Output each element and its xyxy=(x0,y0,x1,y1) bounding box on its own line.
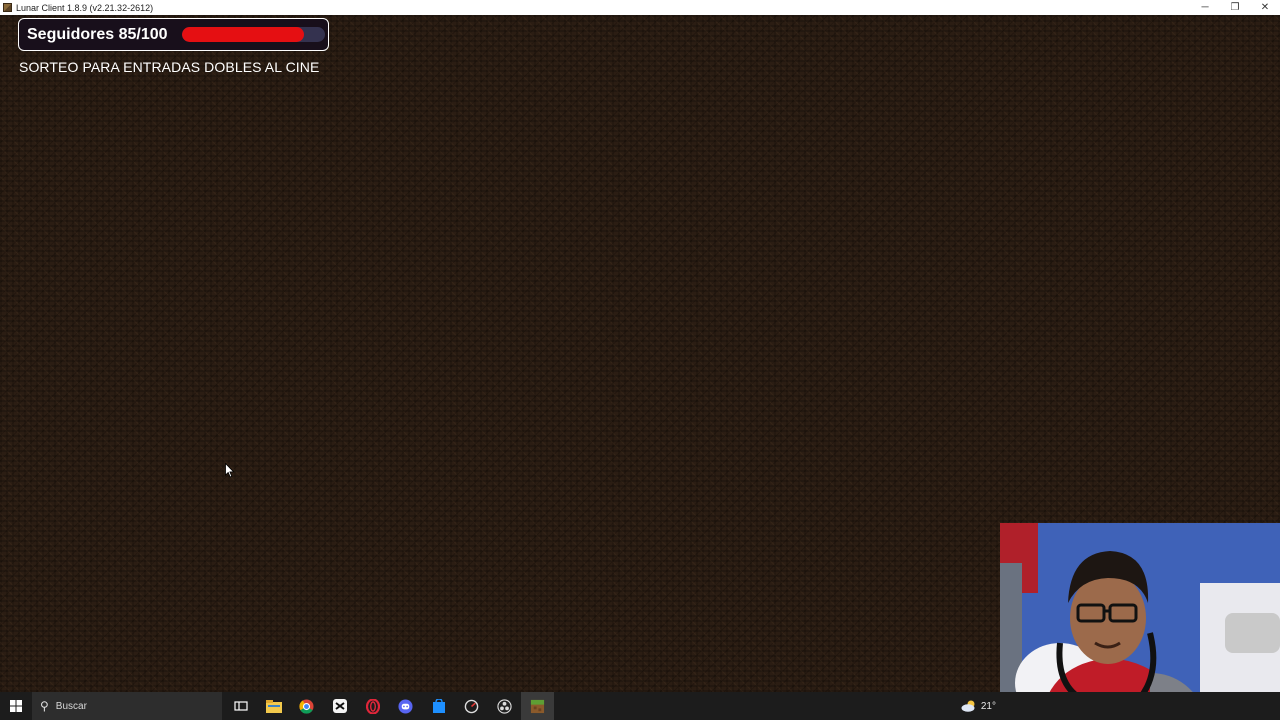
window-title: Lunar Client 1.8.9 (v2.21.32-2612) xyxy=(16,2,154,13)
taskbar-app-store[interactable] xyxy=(422,692,455,720)
minecraft-icon xyxy=(530,699,545,713)
system-tray: 21° xyxy=(961,692,1280,720)
taskbar-app-minecraft[interactable] xyxy=(521,692,554,720)
speedometer-icon xyxy=(464,699,479,713)
taskbar-app-opera-gx[interactable] xyxy=(356,692,389,720)
taskbar-app-chrome[interactable] xyxy=(290,692,323,720)
capcut-icon xyxy=(332,699,347,713)
followers-progress-bar xyxy=(182,27,325,42)
windows-taskbar: ⚲ Buscar 21° xyxy=(0,692,1280,720)
followers-label: Seguidores 85/100 xyxy=(27,25,168,43)
taskbar-search-box[interactable]: ⚲ Buscar xyxy=(32,692,222,720)
opera-gx-icon xyxy=(365,698,380,714)
weather-cloud-icon[interactable] xyxy=(961,700,977,712)
weather-temperature[interactable]: 21° xyxy=(981,701,996,712)
close-button[interactable]: ✕ xyxy=(1250,0,1280,15)
store-icon xyxy=(432,699,445,713)
taskbar-app-speedometer[interactable] xyxy=(455,692,488,720)
mouse-cursor-icon xyxy=(225,463,235,478)
followers-goal-widget: Seguidores 85/100 xyxy=(18,18,329,51)
taskbar-app-file-explorer[interactable] xyxy=(257,692,290,720)
search-placeholder: Buscar xyxy=(55,700,87,712)
followers-progress-fill xyxy=(182,27,304,42)
restore-button[interactable]: ❐ xyxy=(1220,0,1250,15)
giveaway-banner: SORTEO PARA ENTRADAS DOBLES AL CINE xyxy=(19,59,320,75)
taskbar-app-task-view[interactable] xyxy=(224,692,257,720)
webcam-feed xyxy=(1000,523,1280,720)
search-icon: ⚲ xyxy=(40,699,49,713)
taskbar-app-discord[interactable] xyxy=(389,692,422,720)
start-button[interactable] xyxy=(0,692,32,720)
discord-icon xyxy=(398,698,413,714)
task-view-icon xyxy=(233,701,248,711)
window-controls: ─ ❐ ✕ xyxy=(1190,0,1280,15)
windows-logo-icon xyxy=(10,700,22,712)
chrome-icon xyxy=(299,698,314,714)
minimize-button[interactable]: ─ xyxy=(1190,0,1220,15)
obs-icon xyxy=(497,698,512,714)
window-title-bar: Lunar Client 1.8.9 (v2.21.32-2612) ─ ❐ ✕ xyxy=(0,0,1280,15)
taskbar-app-obs[interactable] xyxy=(488,692,521,720)
taskbar-app-capcut[interactable] xyxy=(323,692,356,720)
file-explorer-icon xyxy=(265,699,282,713)
taskbar-apps xyxy=(224,692,554,720)
lunar-client-icon xyxy=(3,3,12,12)
